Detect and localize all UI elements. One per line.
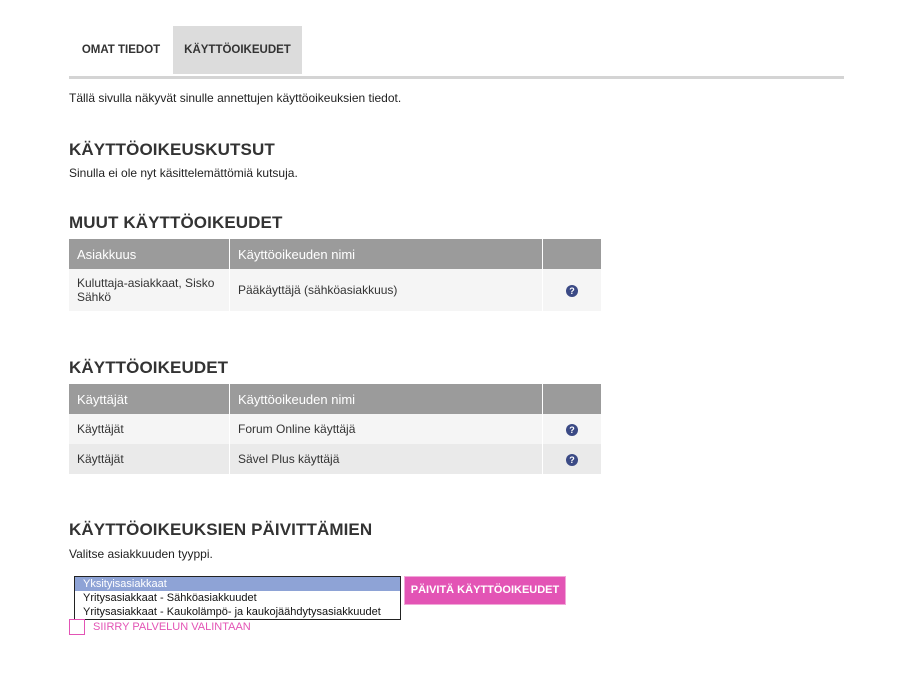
column-header: Käyttöoikeuden nimi xyxy=(229,384,543,414)
tab-bar: OMAT TIEDOT KÄYTTÖOIKEUDET xyxy=(69,26,844,79)
column-header: Käyttäjät xyxy=(69,384,230,414)
table-row: Käyttäjät Forum Online käyttäjä ? xyxy=(69,414,601,444)
table-cell: Käyttäjät xyxy=(69,444,230,474)
table-cell: Forum Online käyttäjä xyxy=(229,414,543,444)
customer-type-listbox[interactable]: Yksityisasiakkaat Yritysasiakkaat - Sähk… xyxy=(74,576,401,620)
table-header-row: Asiakkuus Käyttöoikeuden nimi xyxy=(69,239,601,269)
listbox-option[interactable]: Yritysasiakkaat - Sähköasiakkuudet xyxy=(75,591,400,605)
update-text: Valitse asiakkuuden tyyppi. xyxy=(69,547,213,561)
table-cell: Pääkäyttäjä (sähköasiakkuus) xyxy=(229,269,543,311)
table-header-row: Käyttäjät Käyttöoikeuden nimi xyxy=(69,384,601,414)
listbox-option-selected[interactable]: Yksityisasiakkaat xyxy=(75,577,400,591)
help-icon[interactable]: ? xyxy=(566,454,578,466)
table-row: Kuluttaja-asiakkaat, Sisko Sähkö Pääkäyt… xyxy=(69,269,601,311)
listbox-option[interactable]: Yritysasiakkaat - Kaukolämpö- ja kaukojä… xyxy=(75,605,400,619)
column-header-empty xyxy=(542,384,601,414)
other-rights-table: Asiakkuus Käyttöoikeuden nimi Kuluttaja-… xyxy=(69,239,601,311)
update-rights-button[interactable]: PÄIVITÄ KÄYTTÖOIKEUDET xyxy=(405,577,565,604)
column-header: Asiakkuus xyxy=(69,239,230,269)
invites-heading: KÄYTTÖOIKEUSKUTSUT xyxy=(69,140,275,159)
invites-text: Sinulla ei ole nyt käsittelemättömiä kut… xyxy=(69,166,298,180)
help-icon[interactable]: ? xyxy=(566,285,578,297)
move-link-label: SIIRRY PALVELUN VALINTAAN xyxy=(93,620,251,633)
rights-table: Käyttäjät Käyttöoikeuden nimi Käyttäjät … xyxy=(69,384,601,474)
table-cell: Käyttäjät xyxy=(69,414,230,444)
update-heading: KÄYTTÖOIKEUKSIEN PÄIVITTÄMIEN xyxy=(69,520,373,539)
column-header: Käyttöoikeuden nimi xyxy=(229,239,543,269)
column-header-empty xyxy=(542,239,601,269)
table-cell: Kuluttaja-asiakkaat, Sisko Sähkö xyxy=(69,269,230,311)
tab-kayttooikeudet[interactable]: KÄYTTÖOIKEUDET xyxy=(173,26,302,74)
square-icon xyxy=(69,619,85,635)
intro-text: Tällä sivulla näkyvät sinulle annettujen… xyxy=(69,91,402,105)
help-icon[interactable]: ? xyxy=(566,424,578,436)
other-rights-heading: MUUT KÄYTTÖOIKEUDET xyxy=(69,213,283,232)
tab-omat-tiedot[interactable]: OMAT TIEDOT xyxy=(69,26,173,74)
table-row: Käyttäjät Sävel Plus käyttäjä ? xyxy=(69,444,601,474)
rights-heading: KÄYTTÖOIKEUDET xyxy=(69,358,229,377)
table-cell: Sävel Plus käyttäjä xyxy=(229,444,543,474)
move-to-service-link[interactable]: SIIRRY PALVELUN VALINTAAN xyxy=(69,619,251,635)
